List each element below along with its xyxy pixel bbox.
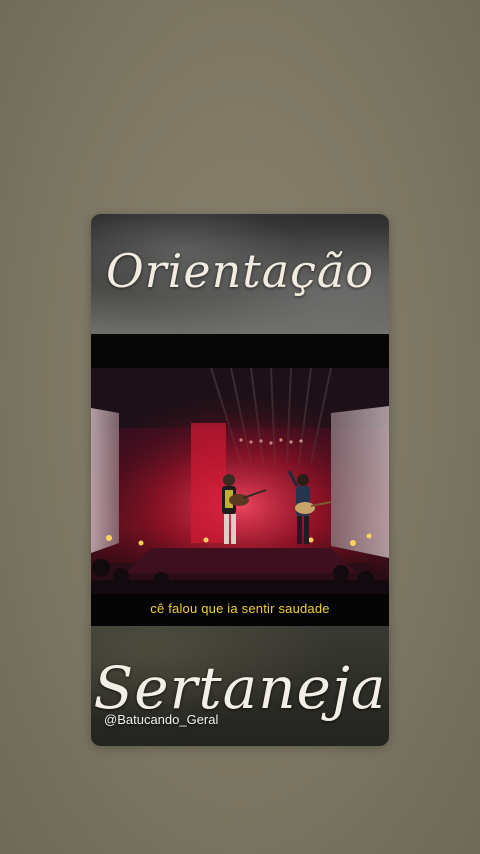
bottom-grass-panel: Sertaneja @Batucando_Geral — [91, 626, 389, 746]
top-title: Orientação — [105, 244, 375, 298]
video-top-band — [91, 334, 389, 368]
concert-video[interactable] — [91, 368, 389, 594]
lyric-subtitle: cê falou que ia sentir saudade — [150, 601, 330, 616]
top-cloud-panel: Orientação — [91, 214, 389, 334]
concert-stage-illustration — [91, 368, 389, 594]
story-card[interactable]: Orientação cê falou que ia sentir saudad… — [91, 214, 389, 746]
account-handle[interactable]: @Batucando_Geral — [104, 712, 218, 727]
subtitle-band: cê falou que ia sentir saudade — [91, 594, 389, 626]
